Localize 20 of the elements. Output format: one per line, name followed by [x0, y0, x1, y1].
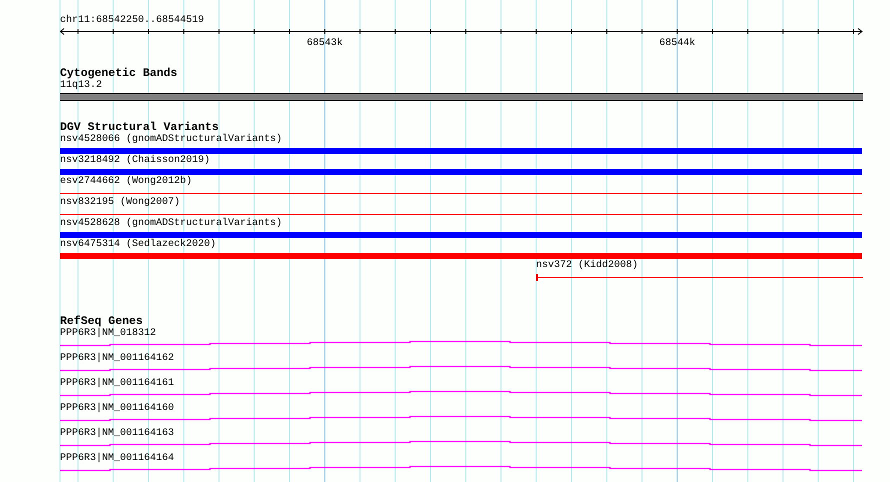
variant-label: nsv372 (Kidd2008) — [536, 260, 638, 272]
gene-label: PPP6R3|NM_001164162 — [60, 353, 174, 365]
track-title: Cytogenetic Bands — [60, 68, 178, 80]
variant-label: nsv3218492 (Chaisson2019) — [60, 155, 210, 167]
gene-label: PPP6R3|NM_001164164 — [60, 453, 174, 465]
variant-label: nsv4528628 (gnomADStructuralVariants) — [60, 218, 282, 230]
variant-label: nsv832195 (Wong2007) — [60, 197, 180, 209]
variant-label: nsv4528066 (gnomADStructuralVariants) — [60, 134, 282, 146]
track-title: RefSeq Genes — [60, 316, 143, 328]
variant-label: esv2744662 (Wong2012b) — [60, 176, 192, 188]
track-title: DGV Structural Variants — [60, 122, 219, 134]
gene-label: PPP6R3|NM_001164161 — [60, 378, 174, 390]
gene-label: PPP6R3|NM_001164163 — [60, 428, 174, 440]
tick-label: 68543k — [306, 38, 343, 49]
gene-label: PPP6R3|NM_001164160 — [60, 403, 174, 415]
tick-label: 68544k — [659, 38, 696, 49]
band-label: 11q13.2 — [60, 80, 102, 92]
range-label: chr11:68542250..68544519 — [60, 15, 206, 27]
variant-label: nsv6475314 (Sedlazeck2020) — [60, 239, 216, 251]
gene-label: PPP6R3|NM_018312 — [60, 328, 156, 340]
